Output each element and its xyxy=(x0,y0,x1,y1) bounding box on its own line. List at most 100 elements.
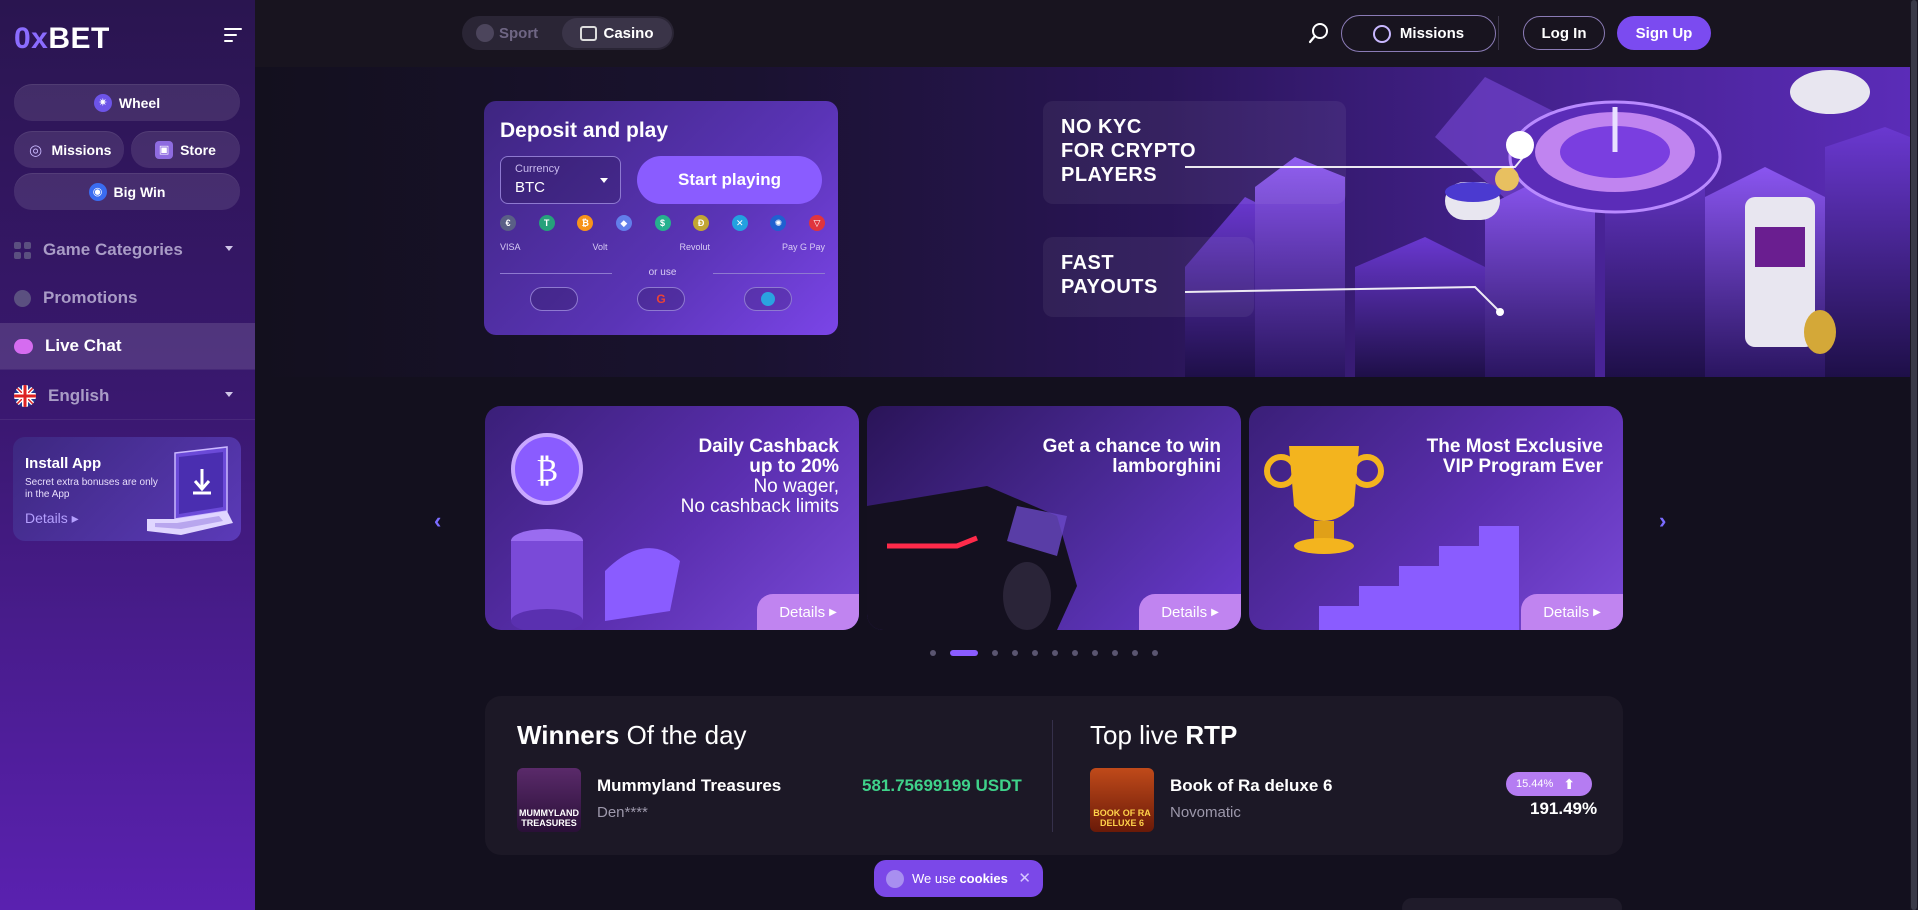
chat-icon xyxy=(14,338,33,354)
telegram-login-button[interactable] xyxy=(744,287,792,311)
big-win-button[interactable]: ◉ Big Win xyxy=(14,173,240,210)
details-button[interactable]: Details ▶ xyxy=(757,594,859,630)
carousel-prev-arrow[interactable]: ‹ xyxy=(434,508,441,534)
chevron-down-icon xyxy=(225,392,233,397)
details-button[interactable]: Details ▶ xyxy=(1521,594,1623,630)
carousel-next-arrow[interactable]: › xyxy=(1659,508,1666,534)
install-details-link[interactable]: Details ▸ xyxy=(25,510,79,527)
game-thumbnail[interactable]: BOOK OF RA DELUXE 6 xyxy=(1090,768,1154,832)
apple-login-button[interactable] xyxy=(530,287,578,311)
page-scrollbar[interactable] xyxy=(1910,0,1918,910)
carousel-dot[interactable] xyxy=(1132,650,1138,656)
login-button[interactable]: Log In xyxy=(1523,16,1605,50)
revolut-logo: Revolut xyxy=(679,242,710,252)
soccer-ball-icon xyxy=(476,24,494,42)
install-app-subtitle: Secret extra bonuses are only in the App xyxy=(25,477,158,500)
winner-amount: 581.75699199 USDT xyxy=(862,776,1022,795)
play-arrow-icon: ▶ xyxy=(829,606,837,618)
rtp-game-name[interactable]: Book of Ra deluxe 6 xyxy=(1170,776,1332,796)
menu-toggle-icon[interactable] xyxy=(224,28,242,42)
promo-card-title: The Most Exclusive VIP Program Ever xyxy=(1426,436,1603,477)
promo-card-title: Get a chance to win lamborghini xyxy=(1042,436,1221,477)
tab-casino[interactable]: Casino xyxy=(562,18,672,48)
tab-sport[interactable]: Sport xyxy=(476,24,538,42)
rtp-change-badge: 15.44% ⬆ xyxy=(1506,772,1592,796)
cardano-icon: ✺ xyxy=(770,215,787,231)
payment-methods: VISA Volt Revolut Pay G Pay xyxy=(500,242,825,252)
divider xyxy=(1052,720,1053,832)
usdc-icon: $ xyxy=(654,215,671,231)
store-button[interactable]: ▣ Store xyxy=(131,131,240,168)
start-playing-button[interactable]: Start playing xyxy=(637,156,822,204)
details-button[interactable]: Details ▶ xyxy=(1139,594,1241,630)
play-arrow-icon: ▶ xyxy=(1593,606,1601,618)
close-icon[interactable]: ✕ xyxy=(1018,869,1031,887)
sidebar-item-game-categories[interactable]: Game Categories xyxy=(0,227,255,273)
carousel-dot[interactable] xyxy=(930,650,936,656)
deposit-widget: Deposit and play Currency BTC Start play… xyxy=(484,101,838,335)
missions-sidebar-button[interactable]: ◎ Missions xyxy=(14,131,124,168)
sport-casino-switch: Sport Casino xyxy=(462,16,674,50)
promo-card-vip[interactable]: The Most Exclusive VIP Program Ever Deta… xyxy=(1249,406,1623,630)
grid-icon xyxy=(14,241,31,259)
cashback-coins-illustration: ₿ xyxy=(511,433,680,630)
carousel-dot[interactable] xyxy=(1032,650,1038,656)
ethereum-icon: ◆ xyxy=(615,215,632,231)
divider xyxy=(0,419,255,420)
winners-rtp-panel: Winners Of the day MUMMYLAND TREASURES M… xyxy=(485,696,1623,855)
euro-coin-icon: € xyxy=(500,215,516,231)
carousel-dot[interactable] xyxy=(992,650,998,656)
carousel-dot[interactable] xyxy=(1152,650,1158,656)
cookie-icon xyxy=(886,869,904,888)
wheel-button[interactable]: ✷ Wheel xyxy=(14,84,240,121)
install-app-card[interactable]: Install App Secret extra bonuses are onl… xyxy=(13,437,241,541)
carousel-dot[interactable] xyxy=(1072,650,1078,656)
winner-game-name[interactable]: Mummyland Treasures xyxy=(597,776,781,796)
divider xyxy=(1498,16,1499,50)
google-login-button[interactable]: G xyxy=(637,287,685,311)
uk-flag-icon xyxy=(14,385,36,407)
deposit-title: Deposit and play xyxy=(500,119,669,142)
big-win-icon: ◉ xyxy=(88,182,107,201)
game-thumbnail[interactable]: MUMMYLAND TREASURES xyxy=(517,768,581,832)
svg-text:₿: ₿ xyxy=(536,451,558,489)
play-arrow-icon: ▶ xyxy=(1211,606,1219,618)
tether-icon: T xyxy=(538,215,555,231)
bottom-widget xyxy=(1402,898,1622,910)
sidebar: 0xBET ✷ Wheel ◎ Missions ▣ Store ◉ Big W… xyxy=(0,0,255,910)
signup-button[interactable]: Sign Up xyxy=(1617,16,1711,50)
dogecoin-icon: Ð xyxy=(693,215,710,231)
sidebar-item-promotions[interactable]: Promotions xyxy=(0,275,255,321)
carousel-dot[interactable] xyxy=(1112,650,1118,656)
no-kyc-label: NO KYC FOR CRYPTO PLAYERS xyxy=(1043,101,1346,204)
top-rtp-heading: Top live RTP xyxy=(1090,720,1238,750)
fast-payouts-label: FAST PAYOUTS xyxy=(1043,237,1254,317)
top-bar: Sport Casino Missions Log In Sign Up xyxy=(255,0,1918,67)
fingerprint-icon xyxy=(1372,24,1391,43)
promo-card-cashback[interactable]: ₿ Daily Cashback up to 20% No wager, No … xyxy=(485,406,859,630)
telegram-icon xyxy=(761,292,775,306)
sidebar-item-live-chat[interactable]: Live Chat xyxy=(0,323,255,369)
missions-button[interactable]: Missions xyxy=(1341,15,1496,52)
logo[interactable]: 0xBET xyxy=(14,22,110,56)
wheel-icon: ✷ xyxy=(93,93,112,112)
carousel-dot[interactable] xyxy=(1052,650,1058,656)
store-icon: ▣ xyxy=(155,140,174,159)
hero-banner: Deposit and play Currency BTC Start play… xyxy=(255,67,1910,377)
install-app-title: Install App xyxy=(25,455,102,472)
visa-mastercard-logo: VISA xyxy=(500,242,521,252)
carousel-dot-active[interactable] xyxy=(950,650,978,656)
carousel-dot[interactable] xyxy=(1092,650,1098,656)
cookies-link[interactable]: cookies xyxy=(959,871,1007,886)
sidebar-item-language[interactable]: English xyxy=(0,373,255,419)
carousel-dot[interactable] xyxy=(1012,650,1018,656)
winner-username: Den**** xyxy=(597,804,648,821)
apple-google-pay-logo: Pay G Pay xyxy=(781,242,825,252)
carousel-pagination xyxy=(930,650,1158,656)
volt-logo: Volt xyxy=(592,242,608,252)
currency-select[interactable]: Currency BTC xyxy=(500,156,621,204)
or-use-divider: or use xyxy=(500,267,825,278)
promo-card-lamborghini[interactable]: Get a chance to win lamborghini Details ▶ xyxy=(867,406,1241,630)
rtp-provider: Novomatic xyxy=(1170,804,1241,821)
search-icon[interactable] xyxy=(1308,22,1330,44)
